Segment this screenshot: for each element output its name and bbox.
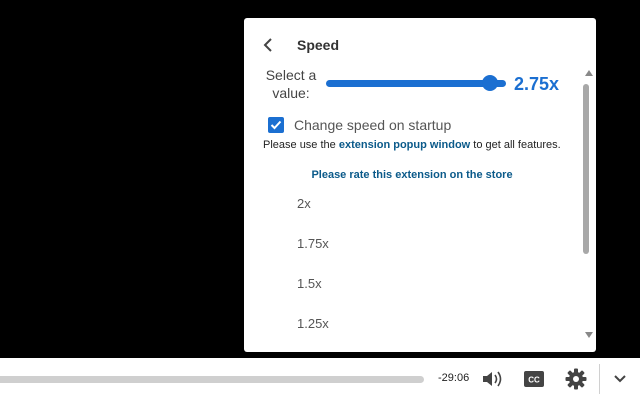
chevron-left-icon [263, 38, 272, 52]
speed-option[interactable]: 1.25x [244, 304, 582, 344]
settings-gear-icon[interactable] [564, 368, 588, 390]
svg-text:CC: CC [528, 376, 540, 385]
panel-header: Speed [244, 18, 596, 70]
slider-track [326, 80, 506, 87]
speed-panel: Speed Select a value: 2.75x Change speed… [244, 18, 596, 352]
info-prefix: Please use the [263, 139, 339, 151]
speed-value-display: 2.75x [514, 74, 560, 94]
scroll-down-arrow-icon[interactable] [585, 332, 593, 338]
info-suffix: to get all features. [470, 139, 561, 151]
progress-bar[interactable] [0, 376, 424, 383]
change-speed-on-startup-checkbox[interactable]: Change speed on startup [268, 115, 451, 135]
speed-option[interactable]: 1.5x [244, 264, 582, 304]
checkbox-checked-icon[interactable] [268, 117, 284, 133]
panel-title: Speed [297, 37, 340, 53]
scrollbar[interactable] [581, 70, 596, 342]
chevron-down-icon[interactable] [608, 368, 632, 390]
select-value-label: Select a value: [265, 67, 317, 101]
control-divider [599, 364, 600, 394]
speed-option[interactable]: 1.75x [244, 224, 582, 264]
speed-option[interactable]: 2x [244, 184, 582, 224]
slider-thumb[interactable] [481, 75, 498, 91]
speed-slider[interactable] [326, 74, 506, 94]
extension-popup-link[interactable]: extension popup window [339, 139, 470, 151]
scroll-thumb[interactable] [583, 84, 589, 254]
rate-extension-link[interactable]: Please rate this extension on the store [244, 169, 580, 181]
startup-label: Change speed on startup [294, 117, 452, 133]
info-text: Please use the extension popup window to… [263, 139, 561, 151]
scroll-up-arrow-icon[interactable] [585, 70, 593, 76]
speed-options-list: 2x 1.75x 1.5x 1.25x [244, 184, 582, 344]
player-control-bar: -29:06 CC [0, 358, 640, 400]
time-remaining: -29:06 [438, 372, 470, 384]
back-button[interactable] [258, 34, 278, 56]
volume-icon[interactable] [481, 368, 505, 390]
closed-captions-icon[interactable]: CC [522, 368, 546, 390]
